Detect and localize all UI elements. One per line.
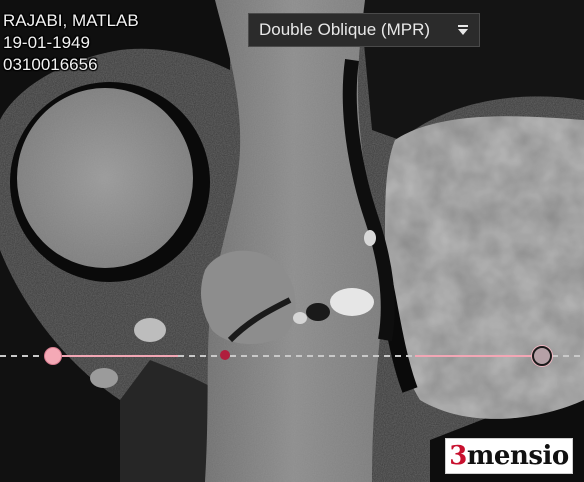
reference-line-left-handle[interactable]	[44, 347, 62, 365]
patient-name: RAJABI, MATLAB	[3, 11, 139, 30]
dropdown-arrow-icon[interactable]	[451, 18, 475, 42]
logo-number: 3	[449, 441, 467, 471]
view-mode-dropdown[interactable]: Double Oblique (MPR)	[248, 13, 480, 47]
patient-info: RAJABI, MATLAB 19-01-1949 0310016656	[3, 10, 139, 76]
patient-dob: 19-01-1949	[3, 33, 90, 52]
logo-word: mensio	[466, 441, 569, 471]
view-mode-label: Double Oblique (MPR)	[259, 20, 431, 39]
patient-id: 0310016656	[3, 55, 98, 74]
mpr-viewport[interactable]: RAJABI, MATLAB 19-01-1949 0310016656 Dou…	[0, 0, 584, 482]
reference-line-center-marker[interactable]	[220, 350, 230, 360]
reference-line-right-handle[interactable]	[532, 346, 552, 366]
3mensio-logo: 3 mensio	[445, 438, 573, 474]
